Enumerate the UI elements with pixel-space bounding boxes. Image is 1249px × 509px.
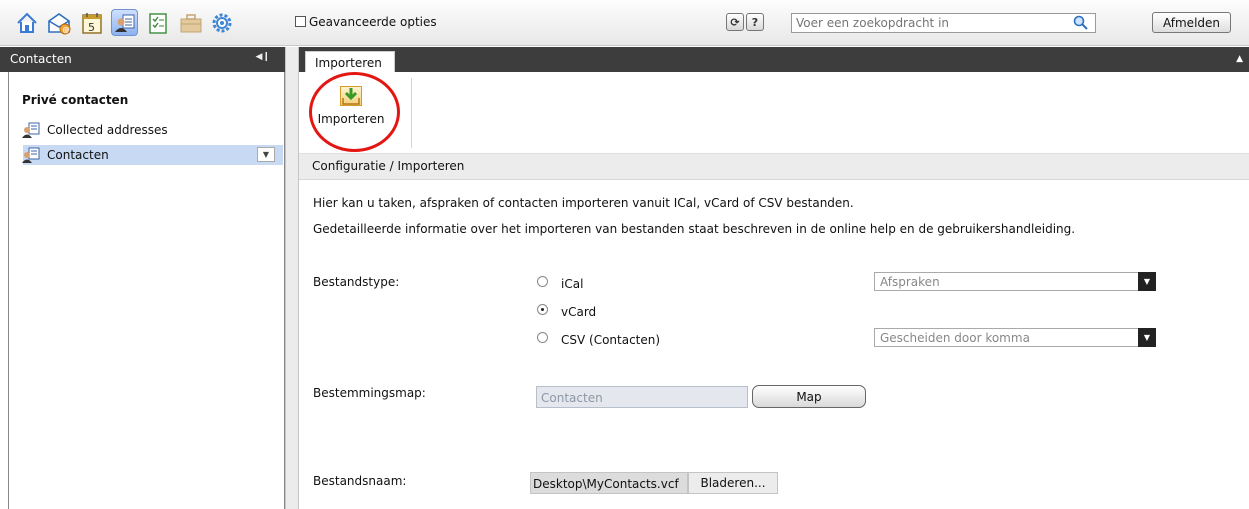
destination-field[interactable]: Contacten: [536, 386, 748, 408]
calendar-icon[interactable]: 5: [78, 9, 105, 36]
advanced-options-checkbox[interactable]: [295, 16, 306, 27]
collapse-sidebar-icon[interactable]: ◀❙: [256, 52, 270, 62]
filetype-option-vcard[interactable]: vCard: [561, 305, 596, 319]
refresh-button[interactable]: ⟳: [726, 13, 744, 31]
settings-icon[interactable]: [208, 9, 235, 36]
contacts-folder-icon: [22, 122, 40, 138]
collapse-ribbon-icon[interactable]: ▲: [1236, 54, 1243, 64]
top-toolbar: @ 5 Geavanceerde opties ⟳ ? Afmelden: [0, 0, 1249, 46]
csv-separator-value: Gescheiden door komma: [880, 331, 1030, 345]
ribbon-separator: [411, 78, 412, 148]
svg-text:@: @: [62, 26, 69, 34]
home-icon[interactable]: [13, 9, 40, 36]
tab-bar: [299, 47, 1249, 72]
filetype-radio-ical[interactable]: [537, 276, 548, 287]
help-icon: ?: [751, 15, 759, 29]
intro-text-line-1: Hier kan u taken, afspraken of contacten…: [313, 196, 854, 210]
refresh-icon: ⟳: [730, 15, 740, 29]
filetype-label: Bestandstype:: [313, 275, 400, 289]
sidebar-title: Contacten: [10, 52, 72, 66]
csv-separator-select[interactable]: Gescheiden door komma ▼: [874, 328, 1156, 347]
logout-button[interactable]: Afmelden: [1152, 12, 1231, 33]
sidebar-item-label: Collected addresses: [47, 123, 168, 137]
contacts-icon[interactable]: [111, 9, 138, 36]
ribbon: [299, 72, 1249, 154]
filetype-option-csv[interactable]: CSV (Contacten): [561, 333, 660, 347]
ical-target-select[interactable]: Afspraken ▼: [874, 272, 1156, 291]
help-button[interactable]: ?: [746, 13, 764, 31]
mail-icon[interactable]: @: [45, 9, 72, 36]
highlight-ring: [309, 72, 400, 152]
filetype-option-ical[interactable]: iCal: [561, 277, 583, 291]
tab-importeren[interactable]: Importeren: [305, 51, 395, 72]
briefcase-icon[interactable]: [177, 9, 204, 36]
contacts-folder-icon: [22, 147, 40, 163]
browse-button[interactable]: Bladeren...: [688, 472, 778, 494]
sidebar-section-heading: Privé contacten: [22, 93, 129, 107]
filetype-radio-csv[interactable]: [537, 332, 548, 343]
tasks-icon[interactable]: [144, 9, 171, 36]
destination-label: Bestemmingsmap:: [313, 386, 426, 400]
filetype-radio-vcard[interactable]: [537, 304, 548, 315]
breadcrumb-text: Configuratie / Importeren: [312, 159, 465, 173]
search-icon[interactable]: [1073, 15, 1088, 33]
chevron-down-icon: ▼: [1138, 272, 1156, 291]
search-input[interactable]: [791, 13, 1096, 33]
chevron-down-icon: ▼: [1138, 328, 1156, 347]
breadcrumb: Configuratie / Importeren: [299, 154, 1249, 180]
map-button[interactable]: Map: [752, 385, 866, 408]
panel-divider[interactable]: [285, 47, 299, 509]
intro-text-line-2: Gedetailleerde informatie over het impor…: [313, 222, 1076, 236]
filename-field[interactable]: Desktop\MyContacts.vcf: [530, 472, 688, 494]
folder-menu-chevron-down-icon[interactable]: ▼: [257, 147, 275, 162]
advanced-options-label[interactable]: Geavanceerde opties: [309, 15, 437, 29]
sidebar-item-label: Contacten: [47, 148, 109, 162]
filename-label: Bestandsnaam:: [313, 474, 407, 488]
calendar-day: 5: [88, 21, 95, 34]
sidebar-item-contacten[interactable]: Contacten: [22, 145, 283, 165]
sidebar-header: Contacten ◀❙: [0, 47, 285, 72]
sidebar-item-collected-addresses[interactable]: Collected addresses: [22, 120, 282, 140]
ical-target-value: Afspraken: [880, 275, 940, 289]
